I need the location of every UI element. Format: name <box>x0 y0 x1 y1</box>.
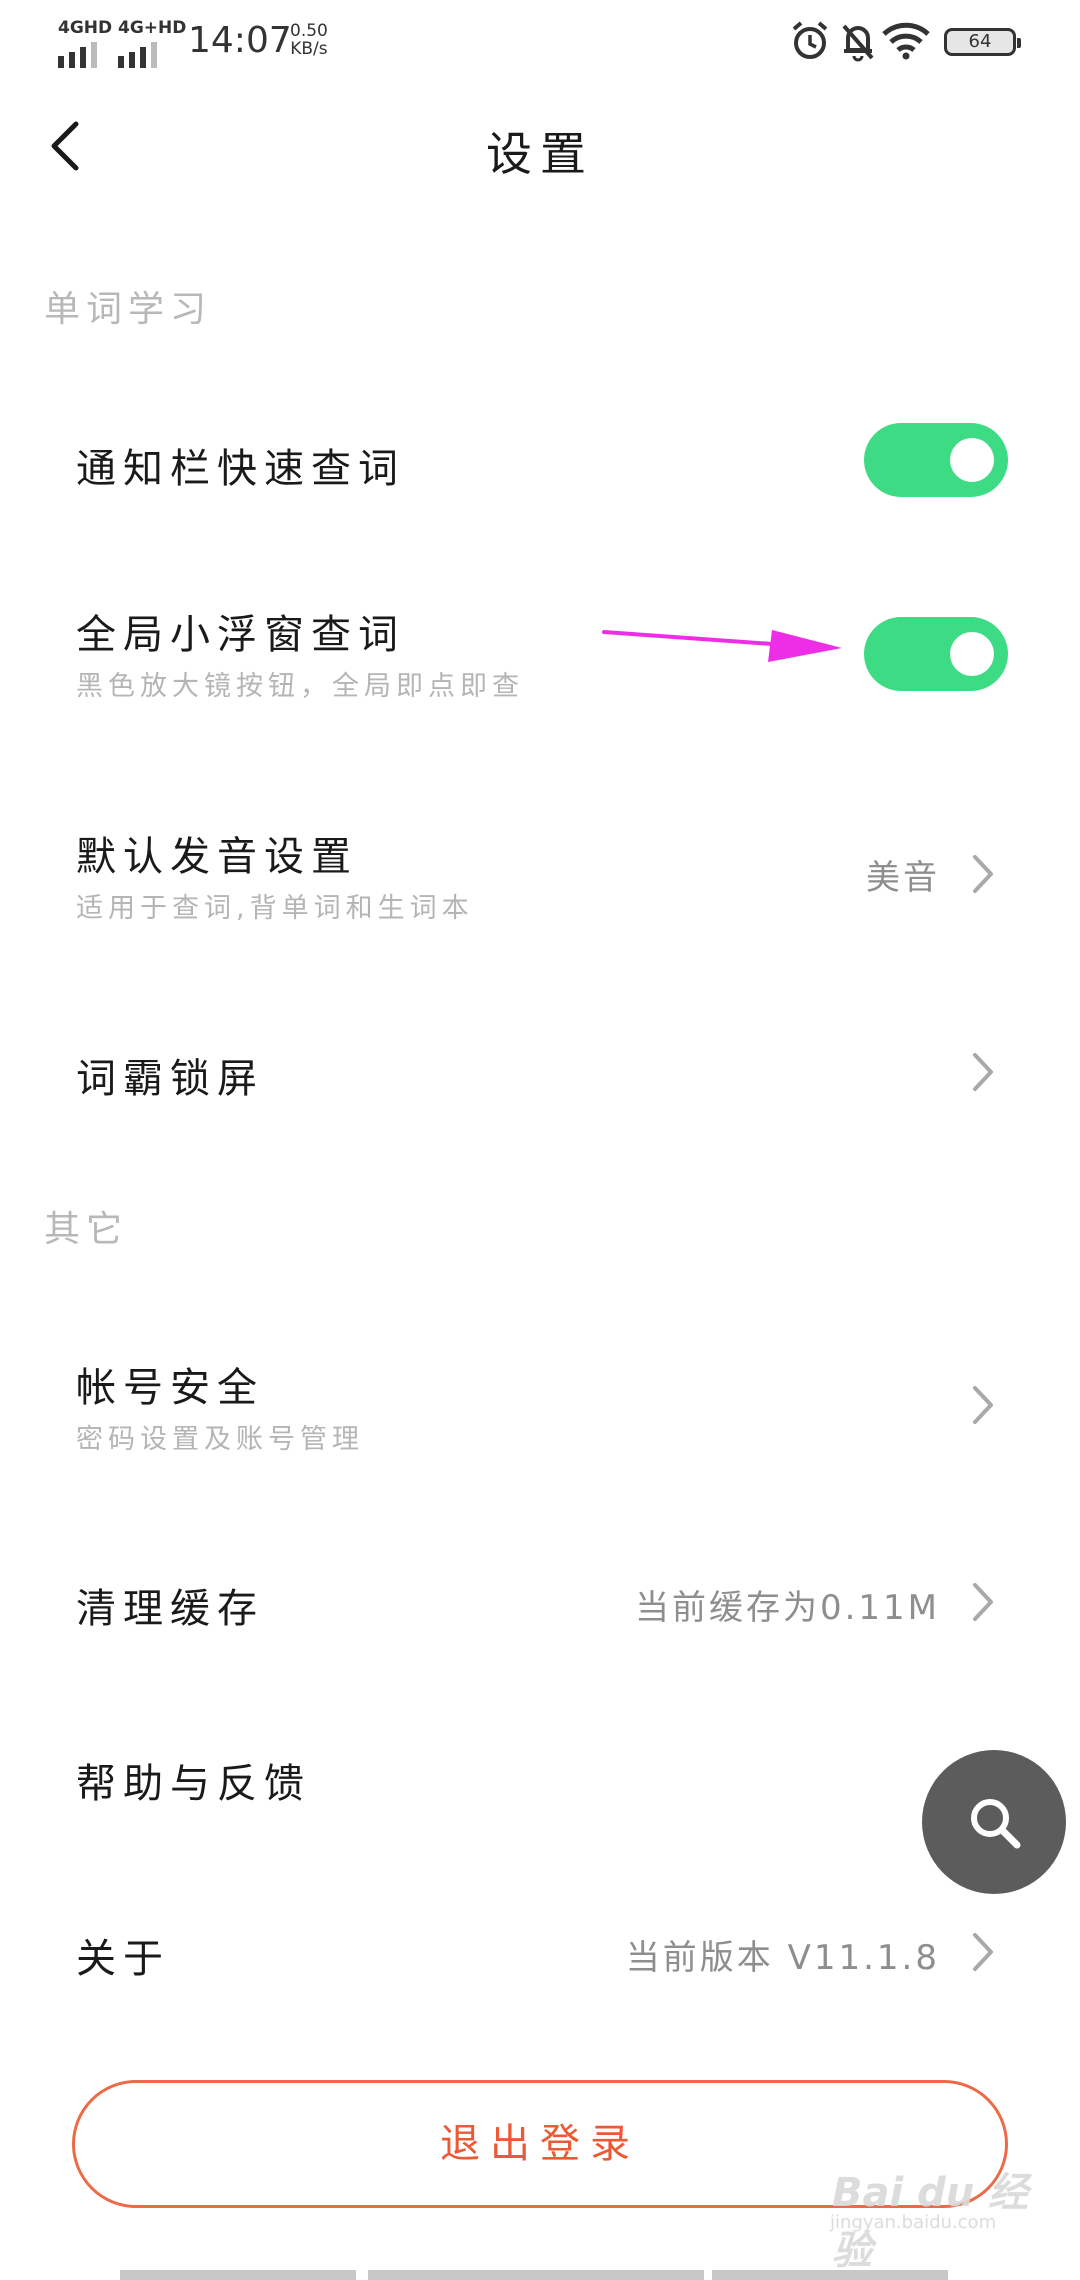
setting-row-cache[interactable]: 清理缓存 当前缓存为0.11M <box>0 1540 1080 1660</box>
battery-level: 64 <box>968 31 992 52</box>
chevron-right-icon <box>973 1583 993 1621</box>
setting-title: 通知栏快速查词 <box>76 446 405 492</box>
setting-subtitle: 密码设置及账号管理 <box>76 1424 364 1455</box>
setting-value: 当前缓存为0.11M <box>634 1588 940 1628</box>
baidu-jingyan-watermark: Bai du 经验 jingyan.baidu.com <box>820 2160 1060 2274</box>
setting-title: 关于 <box>76 1936 170 1982</box>
setting-row-float-lookup: 全局小浮窗查词 黑色放大镜按钮，全局即点即查 <box>0 590 1080 720</box>
clock: 14:07 <box>188 20 292 61</box>
setting-row-account[interactable]: 帐号安全 密码设置及账号管理 <box>0 1335 1080 1465</box>
wifi-icon <box>882 22 930 60</box>
floating-search-button[interactable] <box>922 1750 1066 1894</box>
toggle-knob <box>950 438 994 482</box>
speed-unit: KB/s <box>290 39 328 59</box>
settings-page: 4GHD 4G+HD 14:07 0.50 KB/s 64 设置 单词学习 通知… <box>0 0 1080 2280</box>
chevron-right-icon <box>973 1933 993 1971</box>
chevron-right-icon <box>973 1053 993 1091</box>
signal-bars-icon <box>118 42 157 68</box>
setting-title: 帐号安全 <box>76 1365 264 1411</box>
chevron-right-icon <box>973 1386 993 1424</box>
setting-row-pronunciation[interactable]: 默认发音设置 适用于查词,背单词和生词本 美音 <box>0 810 1080 940</box>
setting-title: 词霸锁屏 <box>76 1056 264 1102</box>
status-bar: 4GHD 4G+HD 14:07 0.50 KB/s 64 <box>0 0 1080 80</box>
setting-title: 全局小浮窗查词 <box>76 612 405 658</box>
battery-icon: 64 <box>944 28 1021 56</box>
notify-lookup-toggle[interactable] <box>864 423 1008 497</box>
setting-row-about[interactable]: 关于 当前版本 V11.1.8 <box>0 1890 1080 2010</box>
setting-title: 清理缓存 <box>76 1586 264 1632</box>
setting-subtitle: 适用于查词,背单词和生词本 <box>76 893 474 924</box>
setting-value: 当前版本 V11.1.8 <box>625 1938 940 1978</box>
watermark-domain: jingyan.baidu.com <box>830 2212 997 2233</box>
float-lookup-toggle[interactable] <box>864 617 1008 691</box>
setting-value: 美音 <box>866 858 940 898</box>
setting-row-help[interactable]: 帮助与反馈 <box>0 1715 1080 1835</box>
annotation-arrow <box>602 630 842 662</box>
section-title-word-learning: 单词学习 <box>44 289 213 330</box>
network-speed: 0.50 KB/s <box>290 22 328 58</box>
speed-value: 0.50 <box>290 21 328 41</box>
setting-title: 帮助与反馈 <box>76 1761 311 1807</box>
chevron-right-icon <box>973 855 993 893</box>
setting-row-notify-lookup: 通知栏快速查词 <box>0 400 1080 520</box>
signal-bars-icon <box>58 42 97 68</box>
network-label-2: 4G+HD <box>118 18 187 38</box>
search-icon <box>971 1799 1021 1849</box>
setting-row-lock-screen[interactable]: 词霸锁屏 <box>0 1010 1080 1130</box>
setting-title: 默认发音设置 <box>76 834 358 880</box>
network-label-1: 4GHD <box>58 18 113 38</box>
bottom-strip <box>368 2270 704 2280</box>
setting-subtitle: 黑色放大镜按钮，全局即点即查 <box>76 671 524 702</box>
bottom-strip <box>120 2270 356 2280</box>
toggle-knob <box>950 632 994 676</box>
page-title: 设置 <box>486 127 594 181</box>
bottom-strip <box>712 2270 948 2280</box>
bell-off-icon <box>842 24 874 62</box>
alarm-icon <box>792 21 828 59</box>
section-title-other: 其它 <box>44 1209 129 1250</box>
